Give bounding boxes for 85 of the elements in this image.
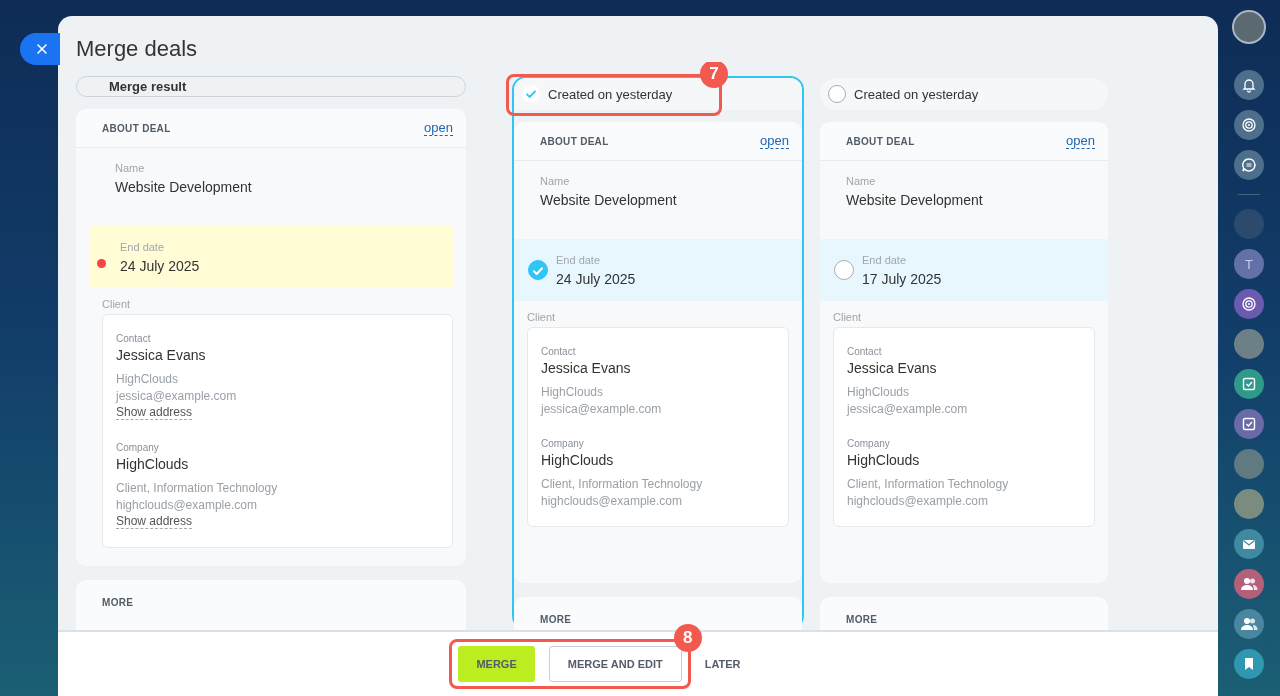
entity-name: HighClouds xyxy=(847,452,921,468)
entity-detail: HighClouds xyxy=(847,385,911,399)
merge-button[interactable]: MERGE xyxy=(458,646,535,682)
section-title: ABOUT DEAL xyxy=(846,135,915,147)
sidebar-button[interactable] xyxy=(1234,150,1264,180)
entity-type-label: Company xyxy=(541,438,585,449)
entity-detail: jessica@example.com xyxy=(116,389,238,403)
entity-detail: jessica@example.com xyxy=(541,402,663,416)
field-label: Client xyxy=(527,311,557,323)
entity-type-label: Contact xyxy=(541,346,577,357)
sidebar-button[interactable] xyxy=(1234,110,1264,140)
checkbox-icon xyxy=(1241,416,1257,432)
avatar-circle[interactable] xyxy=(1232,10,1266,44)
field-label: Name xyxy=(115,162,146,174)
entity-detail: highclouds@example.com xyxy=(541,494,683,508)
orbit-icon xyxy=(1241,117,1257,133)
entity-name: Jessica Evans xyxy=(847,360,938,376)
column-title: Merge result xyxy=(109,79,187,94)
bell-icon xyxy=(1241,77,1257,93)
entity-detail: HighClouds xyxy=(116,372,180,386)
check-icon[interactable] xyxy=(522,85,540,103)
entity-type-label: Company xyxy=(116,442,160,453)
entity-detail: HighClouds xyxy=(541,385,605,399)
section-title: MORE xyxy=(102,597,134,608)
entity-detail: jessica@example.com xyxy=(847,402,969,416)
field-label: Name xyxy=(846,175,877,187)
field-value: Website Development xyxy=(846,192,984,208)
field-label: End date xyxy=(862,253,908,266)
field-value: 17 July 2025 xyxy=(862,270,942,287)
field-value: Website Development xyxy=(540,192,678,208)
field-label: Client xyxy=(833,311,863,323)
option-radio[interactable] xyxy=(528,260,548,280)
entity-name: Jessica Evans xyxy=(541,360,632,376)
people-icon xyxy=(1240,616,1258,632)
section-title: MORE xyxy=(846,614,878,625)
entity-type-label: Contact xyxy=(116,333,152,344)
section-title: ABOUT DEAL xyxy=(540,135,609,147)
entity-detail: highclouds@example.com xyxy=(116,498,258,512)
sidebar-button[interactable] xyxy=(1234,409,1264,439)
sidebar-button[interactable] xyxy=(1234,70,1264,100)
show-address-link[interactable]: Show address xyxy=(116,406,193,420)
callout-badge: 7 xyxy=(700,62,728,88)
merge-edit-button[interactable]: MERGE AND EDIT xyxy=(548,646,682,682)
entity-name: Jessica Evans xyxy=(116,347,207,363)
column-title: Created on yesterday xyxy=(854,86,979,102)
field-label: End date xyxy=(556,253,602,266)
entity-detail: highclouds@example.com xyxy=(847,494,989,508)
open-link[interactable]: open xyxy=(424,120,453,136)
entity-name: HighClouds xyxy=(116,456,190,472)
field-label: End date xyxy=(120,240,166,253)
entity-detail: Client, Information Technology xyxy=(116,481,279,495)
field-value: 24 July 2025 xyxy=(120,257,200,274)
field-value: 24 July 2025 xyxy=(556,270,636,287)
field-value: Website Development xyxy=(115,179,253,195)
people-icon xyxy=(1240,576,1258,592)
entity-detail: Client, Information Technology xyxy=(541,477,704,491)
entity-type-label: Company xyxy=(847,438,891,449)
section-title: MORE xyxy=(540,614,572,625)
entity-detail: Client, Information Technology xyxy=(847,477,1010,491)
column-title: Created on yesterday xyxy=(548,86,673,102)
option-radio[interactable] xyxy=(834,260,854,280)
field-label: Name xyxy=(540,175,571,187)
chat-icon xyxy=(1241,157,1257,173)
entity-name: HighClouds xyxy=(541,452,615,468)
sidebar-button[interactable] xyxy=(1234,609,1264,639)
candidate-header[interactable]: Created on yesterday xyxy=(820,78,1108,110)
window-title: Merge deals xyxy=(76,36,198,62)
sidebar-button[interactable] xyxy=(1234,529,1264,559)
field-label: Client xyxy=(102,298,132,310)
sidebar-button[interactable] xyxy=(1234,649,1264,679)
show-address-link[interactable]: Show address xyxy=(116,515,193,529)
sidebar-button[interactable] xyxy=(1234,289,1264,319)
candidate-header[interactable]: Created on yesterday xyxy=(514,78,802,110)
conflict-dot xyxy=(97,258,106,268)
close-button[interactable] xyxy=(20,33,60,65)
sidebar-button[interactable] xyxy=(1234,369,1264,399)
orbit-icon xyxy=(1241,296,1257,312)
open-link[interactable]: open xyxy=(760,133,789,149)
checkbox-icon xyxy=(1241,376,1257,392)
entity-type-label: Contact xyxy=(847,346,883,357)
sidebar-button[interactable] xyxy=(1234,569,1264,599)
radio-circle[interactable] xyxy=(828,85,846,103)
open-link[interactable]: open xyxy=(1066,133,1095,149)
close-icon xyxy=(36,43,48,55)
section-title: ABOUT DEAL xyxy=(102,122,171,134)
